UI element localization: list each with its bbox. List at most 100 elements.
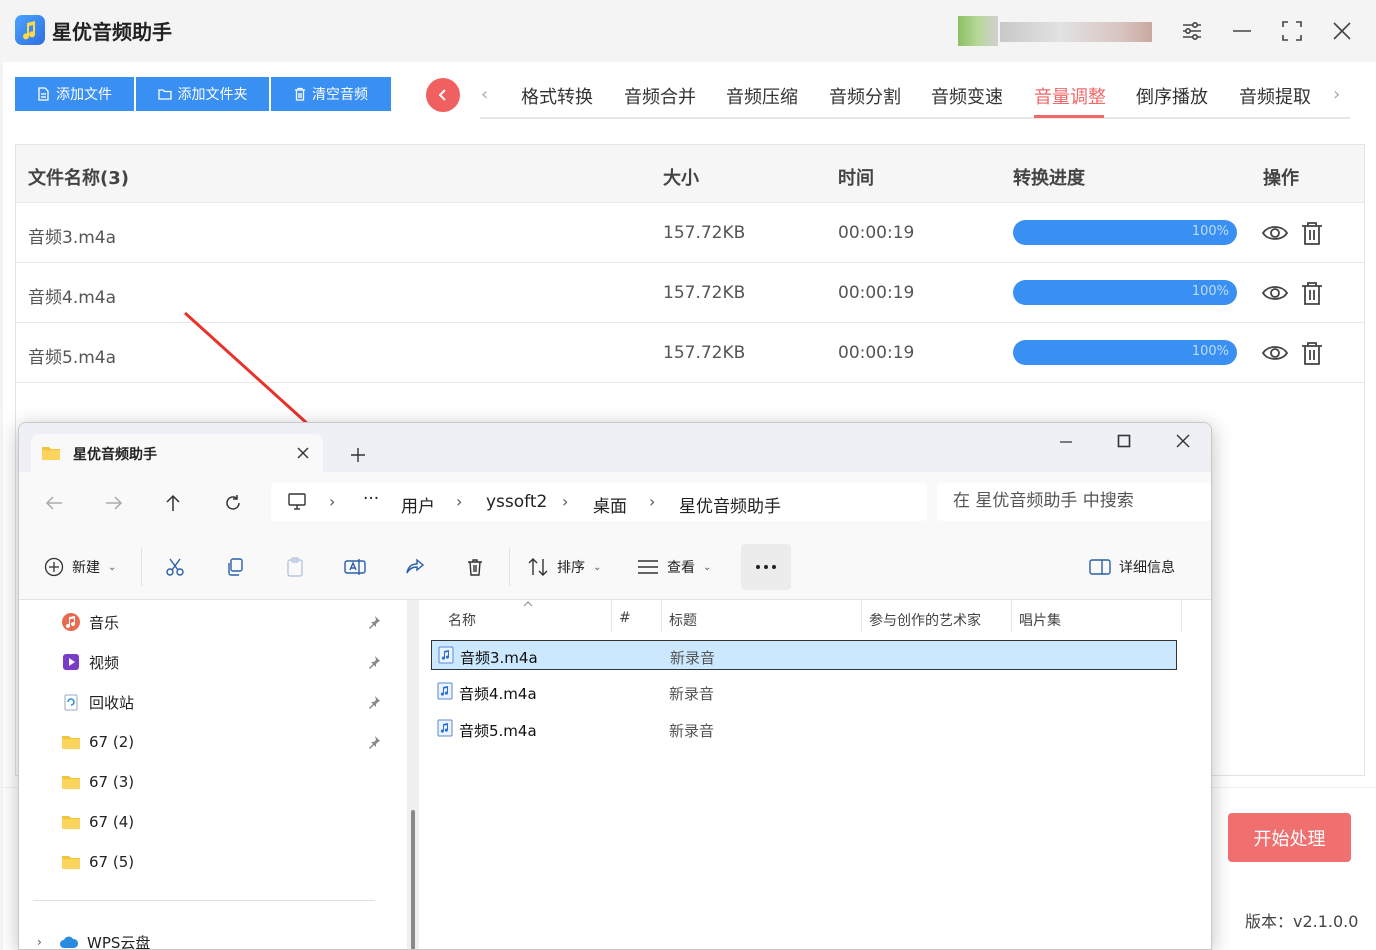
nav-scrollbar[interactable] (407, 600, 419, 949)
breadcrumb-item[interactable]: 桌面 (593, 492, 627, 517)
nav-item-folder[interactable]: 67 (2) (61, 730, 134, 754)
tabs-scroll-left-icon[interactable]: ‹ (481, 84, 488, 105)
tab-volume-adjust[interactable]: 音量调整 (1034, 83, 1106, 109)
paste-icon (287, 557, 303, 577)
chevron-left-icon (438, 89, 446, 101)
close-icon[interactable] (1176, 434, 1190, 448)
forward-arrow-icon[interactable] (101, 490, 127, 516)
close-tab-icon[interactable] (296, 446, 310, 460)
toolbar-divider (509, 548, 510, 586)
file-row[interactable]: 音频5.m4a 新录音 (431, 714, 1177, 744)
column-album[interactable]: 唱片集 (1019, 610, 1061, 630)
tab-audio-compress[interactable]: 音频压缩 (726, 83, 798, 109)
file-icon (38, 87, 49, 101)
pin-icon[interactable] (367, 695, 381, 709)
tab-bar-line (480, 117, 1350, 119)
file-title: 新录音 (669, 722, 715, 740)
nav-item-folder[interactable]: 67 (3) (61, 770, 134, 794)
copy-button[interactable] (225, 552, 245, 582)
navigation-pane: 音乐 视频 回收站 67 (2) 67 (3) 67 (4) 67 (5) › … (19, 600, 401, 950)
nav-item-wps-cloud[interactable]: › WPS云盘 (37, 930, 150, 950)
tab-format-convert[interactable]: 格式转换 (521, 83, 593, 109)
column-name[interactable]: 名称 (448, 610, 476, 630)
nav-item-recycle-bin[interactable]: 回收站 (61, 690, 134, 714)
fullscreen-icon[interactable] (1277, 16, 1307, 46)
add-folder-button[interactable]: 添加文件夹 (136, 77, 269, 111)
preview-eye-icon[interactable] (1261, 279, 1289, 307)
view-button[interactable]: 查看 ⌄ (637, 552, 711, 582)
file-row[interactable]: 音频3.m4a 新录音 (431, 640, 1177, 670)
version-label: 版本：v2.1.0.0 (1245, 912, 1359, 931)
tabs-scroll-right-icon[interactable]: › (1333, 84, 1340, 105)
clear-audio-button[interactable]: 清空音频 (271, 77, 391, 111)
user-avatar[interactable] (958, 16, 998, 46)
progress-bar: 100% (1013, 340, 1237, 365)
preview-eye-icon[interactable] (1261, 219, 1289, 247)
details-label: 详细信息 (1119, 560, 1175, 576)
minimize-icon[interactable] (1059, 435, 1073, 449)
breadcrumb-item[interactable]: 用户 (401, 492, 435, 517)
column-title[interactable]: 标题 (669, 610, 697, 630)
column-artist[interactable]: 参与创作的艺术家 (869, 610, 981, 630)
sort-button[interactable]: 排序 ⌄ (527, 552, 601, 582)
delete-trash-icon[interactable] (1298, 339, 1326, 367)
start-processing-button[interactable]: 开始处理 (1228, 813, 1351, 862)
nav-item-folder[interactable]: 67 (5) (61, 850, 134, 874)
refresh-icon[interactable] (220, 490, 246, 516)
audio-file-icon (437, 682, 453, 700)
details-pane-icon (1089, 559, 1111, 575)
share-button[interactable] (405, 552, 425, 582)
copy-icon (228, 558, 243, 576)
back-arrow-icon[interactable] (41, 490, 67, 516)
folder-icon (62, 816, 80, 829)
pin-icon[interactable] (367, 615, 381, 629)
table-row: 音频4.m4a 157.72KB 00:00:19 100% (16, 263, 1364, 323)
delete-trash-icon[interactable] (1298, 279, 1326, 307)
breadcrumb-ellipsis[interactable]: ··· (363, 489, 379, 509)
plus-circle-icon (44, 557, 64, 577)
close-icon[interactable] (1327, 16, 1357, 46)
scrollbar-thumb[interactable] (411, 810, 415, 949)
maximize-icon[interactable] (1117, 434, 1131, 448)
rename-button[interactable] (344, 552, 366, 582)
minimize-icon[interactable] (1227, 16, 1257, 46)
tab-reverse-play[interactable]: 倒序播放 (1136, 83, 1208, 109)
cut-button[interactable] (165, 552, 185, 582)
nav-item-music[interactable]: 音乐 (61, 610, 119, 634)
tab-audio-extract[interactable]: 音频提取 (1239, 83, 1311, 109)
recycle-bin-icon (64, 694, 78, 711)
breadcrumb-item[interactable]: yssoft2 (486, 492, 547, 512)
up-arrow-icon[interactable] (160, 490, 186, 516)
more-options-button[interactable] (741, 544, 791, 590)
breadcrumb-item[interactable]: 星优音频助手 (679, 492, 781, 517)
file-row[interactable]: 音频4.m4a 新录音 (431, 677, 1177, 707)
settings-sliders-icon[interactable] (1177, 16, 1207, 46)
preview-eye-icon[interactable] (1261, 339, 1289, 367)
delete-trash-icon[interactable] (1298, 219, 1326, 247)
paste-button[interactable] (285, 552, 305, 582)
tab-audio-split[interactable]: 音频分割 (829, 83, 901, 109)
folder-icon (62, 776, 80, 789)
tab-audio-speed[interactable]: 音频变速 (931, 83, 1003, 109)
pin-icon[interactable] (367, 655, 381, 669)
tab-audio-merge[interactable]: 音频合并 (624, 83, 696, 109)
search-input[interactable] (953, 491, 1203, 511)
column-number[interactable]: # (619, 610, 631, 626)
collapse-arrow-button[interactable] (426, 78, 460, 112)
explorer-tab[interactable]: 星优音频助手 (31, 434, 323, 472)
column-divider (1181, 600, 1182, 632)
sort-label: 排序 (557, 560, 585, 576)
breadcrumb[interactable]: › ··· 用户 › yssoft2 › 桌面 › 星优音频助手 (271, 483, 927, 521)
pin-icon[interactable] (367, 735, 381, 749)
audio-file-icon (438, 646, 454, 664)
file-explorer-window: 星优音频助手 › ··· 用户 › yssoft2 › 桌面 › 星优音频助手 (18, 422, 1212, 950)
add-file-button[interactable]: 添加文件 (15, 77, 134, 111)
user-name-blurred (1000, 22, 1152, 42)
details-pane-button[interactable]: 详细信息 (1089, 552, 1175, 582)
delete-button[interactable] (465, 552, 485, 582)
nav-item-video[interactable]: 视频 (61, 650, 119, 674)
search-box[interactable] (937, 483, 1211, 521)
nav-item-folder[interactable]: 67 (4) (61, 810, 134, 834)
new-button[interactable]: 新建 ⌄ (44, 552, 116, 582)
new-tab-plus-icon[interactable] (350, 447, 366, 463)
